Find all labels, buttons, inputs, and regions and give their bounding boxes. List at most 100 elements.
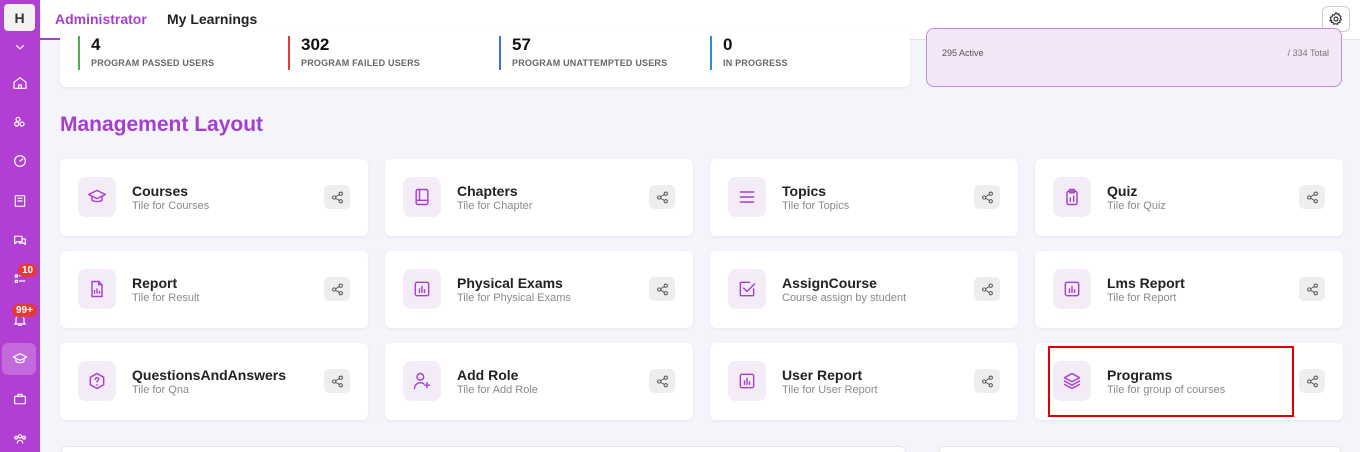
- share-button[interactable]: [649, 277, 675, 301]
- share-icon: [981, 191, 993, 203]
- briefcase-icon[interactable]: [9, 388, 31, 410]
- share-icon: [331, 191, 343, 203]
- layers-icon: [1053, 361, 1091, 401]
- active-count: 295 Active: [942, 48, 984, 58]
- program-stats-card: 4 PROGRAM PASSED USERS 302 PROGRAM FAILE…: [60, 28, 910, 87]
- tile-questions-and-answers[interactable]: QuestionsAndAnswers Tile for Qna: [60, 343, 368, 420]
- share-icon: [331, 283, 343, 295]
- share-icon: [656, 283, 668, 295]
- tile-physical-exams[interactable]: Physical Exams Tile for Physical Exams: [385, 251, 693, 328]
- stat-value: 57: [512, 35, 531, 54]
- tile-lms-report[interactable]: Lms Report Tile for Report: [1035, 251, 1343, 328]
- share-icon: [1306, 283, 1318, 295]
- tile-quiz[interactable]: Quiz Tile for Quiz: [1035, 159, 1343, 236]
- tile-title: QuestionsAndAnswers: [132, 367, 287, 383]
- chevron-down-icon[interactable]: [9, 36, 31, 58]
- tile-subtitle: Tile for User Report: [782, 384, 878, 396]
- notifications-count-badge: 99+: [12, 304, 37, 317]
- bottom-card-right: [938, 446, 1342, 452]
- graduation-cap-icon[interactable]: [9, 348, 31, 370]
- tile-title: Add Role: [457, 367, 519, 383]
- share-icon: [981, 375, 993, 387]
- clipboard-icon: [1053, 177, 1091, 217]
- user-plus-icon: [403, 361, 441, 401]
- tile-title: Lms Report: [1107, 275, 1185, 291]
- graduation-cap-icon: [78, 177, 116, 217]
- share-button[interactable]: [324, 369, 350, 393]
- tile-user-report[interactable]: User Report Tile for User Report: [710, 343, 1018, 420]
- share-icon: [656, 191, 668, 203]
- tile-subtitle: Tile for Report: [1107, 292, 1177, 304]
- tile-chapters[interactable]: Chapters Tile for Chapter: [385, 159, 693, 236]
- share-button[interactable]: [324, 277, 350, 301]
- stat-in-progress: 0 IN PROGRESS: [710, 36, 788, 70]
- dashboard-gauge-icon[interactable]: [9, 150, 31, 172]
- report-file-icon: [78, 269, 116, 309]
- tile-topics[interactable]: Topics Tile for Topics: [710, 159, 1018, 236]
- stat-label: PROGRAM FAILED USERS: [301, 58, 421, 68]
- stat-program-passed: 4 PROGRAM PASSED USERS: [78, 36, 214, 70]
- question-shield-icon: [78, 361, 116, 401]
- stat-label: PROGRAM PASSED USERS: [91, 58, 215, 68]
- stat-label: PROGRAM UNATTEMPTED USERS: [512, 58, 668, 68]
- share-button[interactable]: [974, 277, 1000, 301]
- stat-value: 302: [301, 35, 330, 54]
- chart-box-icon: [728, 361, 766, 401]
- share-button[interactable]: [974, 185, 1000, 209]
- tile-subtitle: Tile for group of courses: [1107, 384, 1226, 396]
- tile-title: Physical Exams: [457, 275, 563, 291]
- share-button[interactable]: [1299, 277, 1325, 301]
- book-icon[interactable]: [9, 190, 31, 212]
- tile-subtitle: Tile for Chapter: [457, 200, 533, 212]
- share-button[interactable]: [649, 369, 675, 393]
- chart-box-icon: [403, 269, 441, 309]
- tile-title: User Report: [782, 367, 863, 383]
- section-title: Management Layout: [60, 113, 264, 136]
- reports-count-badge: 10: [18, 264, 38, 277]
- tile-assign-course[interactable]: AssignCourse Course assign by student: [710, 251, 1018, 328]
- sidebar: H 10 99+: [0, 0, 40, 452]
- home-icon[interactable]: [9, 72, 31, 94]
- tile-subtitle: Tile for Result: [132, 292, 200, 304]
- active-users-card: 295 Active / 334 Total: [926, 28, 1342, 87]
- chat-icon[interactable]: [9, 230, 31, 252]
- share-button[interactable]: [1299, 185, 1325, 209]
- tile-subtitle: Tile for Courses: [132, 200, 210, 212]
- tile-subtitle: Tile for Quiz: [1107, 200, 1166, 212]
- tile-courses[interactable]: Courses Tile for Courses: [60, 159, 368, 236]
- app-logo[interactable]: H: [4, 4, 35, 31]
- check-square-icon: [728, 269, 766, 309]
- stat-value: 4: [91, 35, 101, 54]
- tile-title: Topics: [782, 183, 827, 199]
- tile-subtitle: Course assign by student: [782, 292, 907, 304]
- users-group-icon[interactable]: [9, 428, 31, 450]
- list-icon: [728, 177, 766, 217]
- boxes-icon[interactable]: [9, 111, 31, 133]
- share-icon: [1306, 191, 1318, 203]
- stat-program-unattempted: 57 PROGRAM UNATTEMPTED USERS: [499, 36, 667, 70]
- share-icon: [981, 283, 993, 295]
- share-icon: [1306, 375, 1318, 387]
- stat-program-failed: 302 PROGRAM FAILED USERS: [288, 36, 420, 70]
- stat-value: 0: [723, 35, 733, 54]
- share-button[interactable]: [324, 185, 350, 209]
- tile-add-role[interactable]: Add Role Tile for Add Role: [385, 343, 693, 420]
- tile-title: Report: [132, 275, 178, 291]
- share-button[interactable]: [974, 369, 1000, 393]
- share-button[interactable]: [1299, 369, 1325, 393]
- share-button[interactable]: [649, 185, 675, 209]
- tile-programs[interactable]: Programs Tile for group of courses: [1035, 343, 1343, 420]
- bottom-card-left: [60, 446, 906, 452]
- tile-report[interactable]: Report Tile for Result: [60, 251, 368, 328]
- tile-title: Chapters: [457, 183, 518, 199]
- tile-title: Courses: [132, 183, 189, 199]
- chart-box-icon: [1053, 269, 1091, 309]
- tile-subtitle: Tile for Topics: [782, 200, 850, 212]
- stat-label: IN PROGRESS: [723, 58, 788, 68]
- tile-title: AssignCourse: [782, 275, 877, 291]
- tile-subtitle: Tile for Qna: [132, 384, 190, 396]
- tile-title: Quiz: [1107, 183, 1138, 199]
- tile-title: Programs: [1107, 367, 1173, 383]
- tile-subtitle: Tile for Add Role: [457, 384, 538, 396]
- gear-icon: [1328, 11, 1343, 26]
